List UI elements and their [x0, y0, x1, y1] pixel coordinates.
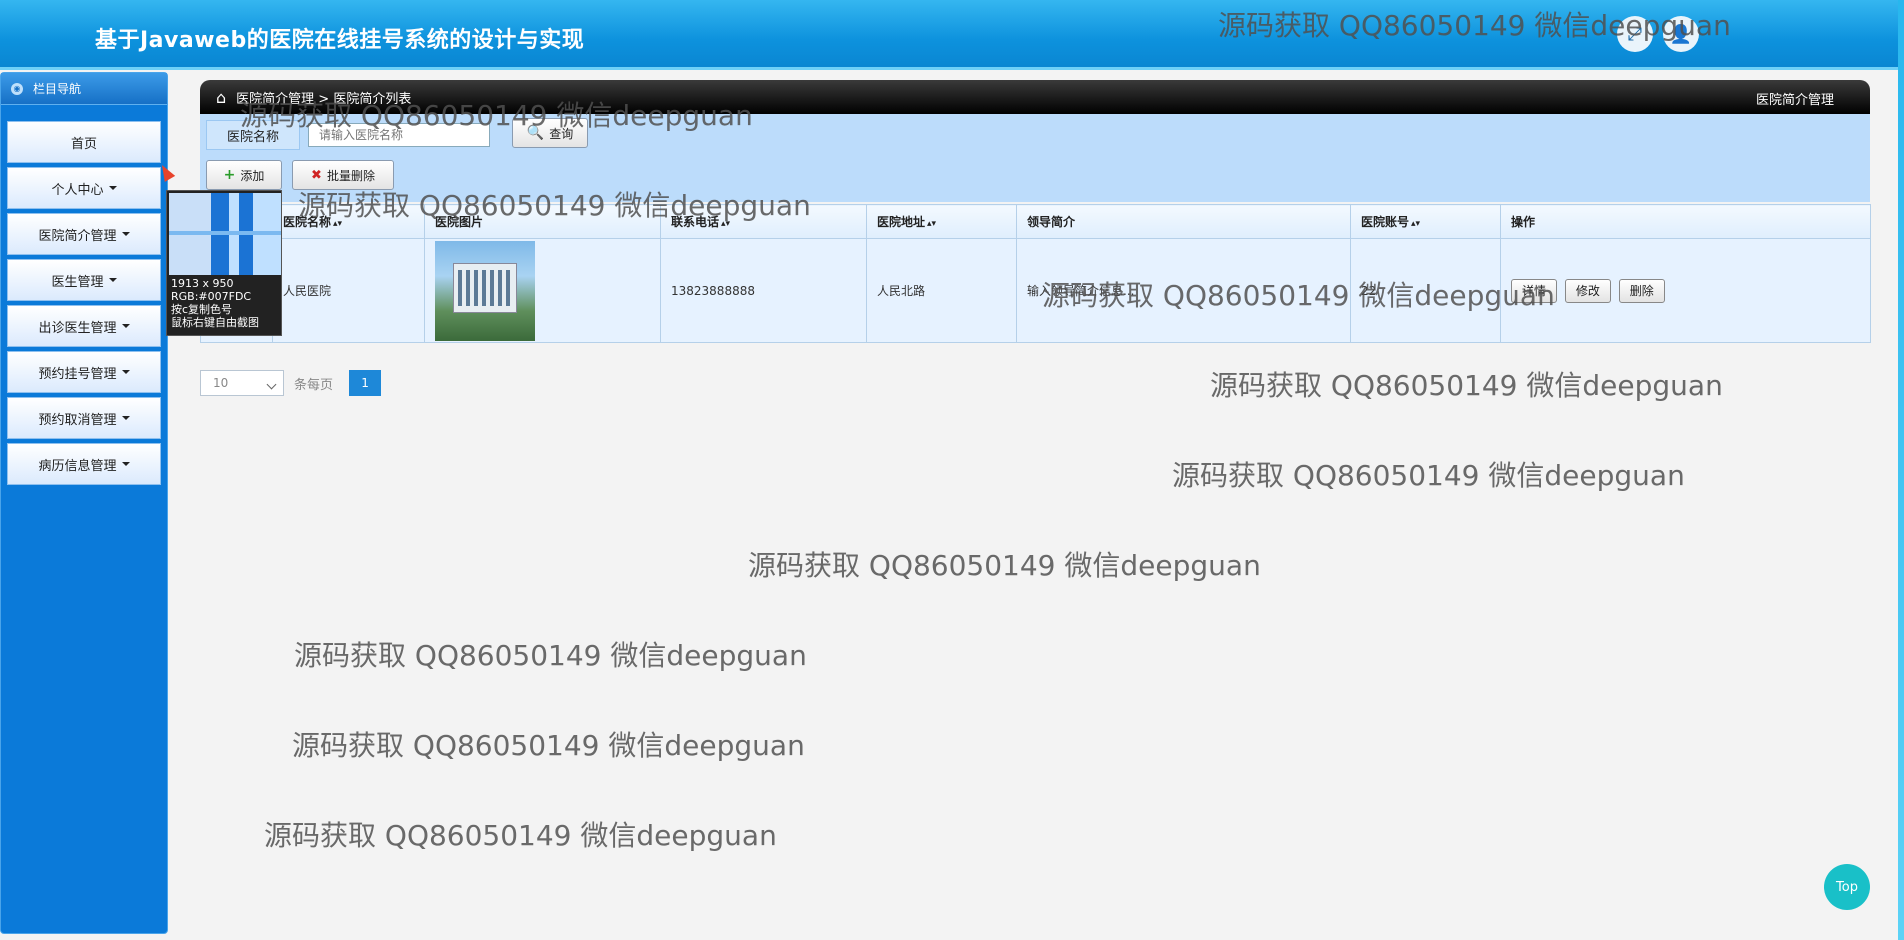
cell-operations: 详情 修改 删除	[1500, 238, 1871, 343]
home-icon[interactable]: ⌂	[216, 88, 226, 107]
column-header-image: 医院图片	[424, 204, 661, 239]
chevron-down-icon	[121, 370, 130, 374]
fullscreen-icon[interactable]: ⤢	[1617, 16, 1653, 52]
table-header-row: 医院名称 ▴▾ 医院图片 联系电话 ▴▾ 医院地址 ▴▾ 领导简介 医院账号 ▴▾ 操作	[200, 204, 1871, 239]
query-button[interactable]: 🔍 查询	[512, 118, 588, 148]
main-panel: ⌂ 医院简介管理 > 医院简介列表 医院简介管理 医院名称 🔍 查询 + 添加 …	[200, 80, 1870, 202]
page-size-select[interactable]: 10	[200, 370, 284, 396]
watermark: 源码获取 QQ86050149 微信deepguan	[264, 819, 777, 852]
search-label: 医院名称	[206, 120, 300, 150]
column-header-account[interactable]: 医院账号 ▴▾	[1350, 204, 1501, 239]
add-button[interactable]: + 添加	[206, 160, 282, 190]
page-button-1[interactable]: 1	[349, 370, 382, 396]
cell-address: 人民北路	[866, 238, 1017, 343]
search-panel: 医院名称 🔍 查询 + 添加 ✖ 批量删除	[200, 114, 1870, 202]
delete-button[interactable]: 删除	[1618, 278, 1665, 303]
plus-icon: +	[223, 167, 236, 183]
hospital-image	[435, 240, 535, 341]
column-header-name[interactable]: 医院名称 ▴▾	[272, 204, 425, 239]
column-header-address[interactable]: 医院地址 ▴▾	[866, 204, 1017, 239]
table-row: 人民医院 13823888888 人民北路 输入领导简介信息... 22 详情 …	[200, 238, 1871, 343]
sidebar-item-profile[interactable]: 个人中心	[7, 167, 161, 209]
close-icon: ✖	[311, 167, 322, 183]
page-title: 医院简介管理	[1755, 93, 1834, 108]
detail-button[interactable]: 详情	[1511, 278, 1558, 303]
right-edge-strip	[1898, 0, 1904, 940]
app-title: 基于Javaweb的医院在线挂号系统的设计与实现	[95, 28, 585, 53]
cell-leader-intro: 输入领导简介信息...	[1016, 238, 1351, 343]
cell-name: 人民医院	[272, 238, 425, 343]
user-icon[interactable]: 👤	[1663, 16, 1699, 52]
sidebar-heading-label: 栏目导航	[33, 82, 82, 96]
sidebar-item-appointments[interactable]: 预约挂号管理	[7, 351, 161, 393]
nav-dot-icon: ◉	[11, 82, 23, 95]
breadcrumb-path: 医院简介管理 > 医院简介列表	[236, 91, 412, 107]
color-picker-info: 1913 x 950 RGB:#007FDC 按c复制色号 鼠标右键自由截图	[171, 277, 259, 329]
edit-button[interactable]: 修改	[1564, 278, 1611, 303]
top-header: 基于Javaweb的医院在线挂号系统的设计与实现 ⤢ 👤	[0, 0, 1904, 70]
sidebar-item-home[interactable]: 首页	[7, 121, 161, 163]
cell-image	[424, 238, 661, 343]
cell-phone: 13823888888	[660, 238, 867, 343]
color-picker-tooltip: 1913 x 950 RGB:#007FDC 按c复制色号 鼠标右键自由截图	[166, 190, 282, 336]
watermark: 源码获取 QQ86050149 微信deepguan	[292, 729, 805, 762]
watermark: 源码获取 QQ86050149 微信deepguan	[1172, 459, 1685, 492]
sort-icon: ▴▾	[927, 219, 937, 229]
chevron-down-icon	[108, 186, 117, 190]
watermark: 源码获取 QQ86050149 微信deepguan	[748, 549, 1261, 582]
column-header-phone[interactable]: 联系电话 ▴▾	[660, 204, 867, 239]
sidebar: ◉ 栏目导航 首页 个人中心 医院简介管理 医生管理 出诊医生管理 预约挂号管理…	[0, 72, 168, 934]
sidebar-heading: ◉ 栏目导航	[1, 73, 167, 105]
sidebar-item-medical-records[interactable]: 病历信息管理	[7, 443, 161, 485]
hospital-table: 医院名称 ▴▾ 医院图片 联系电话 ▴▾ 医院地址 ▴▾ 领导简介 医院账号 ▴▾ 操作…	[200, 204, 1871, 343]
magnifier-preview	[169, 193, 281, 275]
chevron-down-icon	[121, 324, 130, 328]
chevron-down-icon	[121, 462, 130, 466]
breadcrumb: ⌂ 医院简介管理 > 医院简介列表 医院简介管理	[200, 80, 1870, 114]
column-header-operations: 操作	[1500, 204, 1871, 239]
sidebar-item-visiting-doctors[interactable]: 出诊医生管理	[7, 305, 161, 347]
back-to-top-button[interactable]: Top	[1824, 864, 1870, 910]
sort-icon: ▴▾	[721, 219, 731, 229]
column-header-leader-intro: 领导简介	[1016, 204, 1351, 239]
search-icon: 🔍	[526, 125, 545, 141]
pagination: 10 条每页 1	[200, 370, 382, 396]
sidebar-item-hospital-intro[interactable]: 医院简介管理	[7, 213, 161, 255]
sort-icon: ▴▾	[1411, 219, 1421, 229]
sidebar-item-doctors[interactable]: 医生管理	[7, 259, 161, 301]
watermark: 源码获取 QQ86050149 微信deepguan	[1210, 369, 1723, 402]
cell-account: 22	[1350, 238, 1501, 343]
chevron-down-icon	[121, 232, 130, 236]
sidebar-item-cancellations[interactable]: 预约取消管理	[7, 397, 161, 439]
sort-icon: ▴▾	[333, 219, 343, 229]
per-page-label: 条每页	[294, 377, 334, 393]
chevron-down-icon	[121, 416, 130, 420]
chevron-down-icon	[108, 278, 117, 282]
batch-delete-button[interactable]: ✖ 批量删除	[292, 160, 394, 190]
search-input[interactable]	[308, 123, 490, 147]
watermark: 源码获取 QQ86050149 微信deepguan	[294, 639, 807, 672]
